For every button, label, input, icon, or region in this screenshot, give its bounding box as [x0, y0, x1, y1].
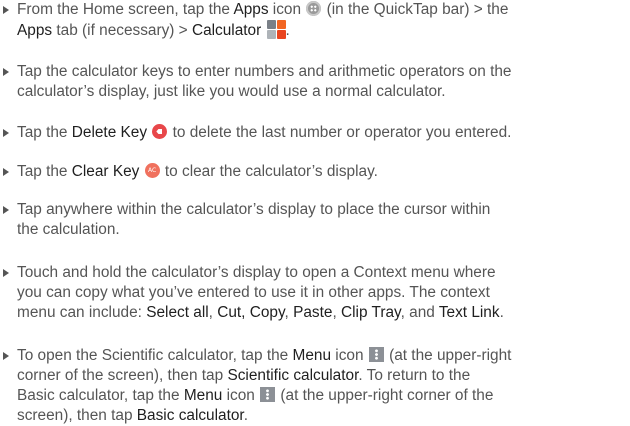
bullet-arrow-icon: [3, 269, 9, 277]
item-text: To open the Scientific calculator, tap t…: [17, 346, 626, 426]
text-line: Tap the calculator keys to enter numbers…: [17, 62, 626, 82]
menu-icon: [368, 347, 384, 362]
bold-term: Cut, Copy: [217, 304, 285, 321]
text-run: Tap the calculator keys to enter numbers…: [17, 63, 512, 80]
text-line: Tap the Delete Key to delete the last nu…: [17, 123, 626, 143]
text-run: Tap anywhere within the calculator’s dis…: [17, 201, 491, 218]
bold-term: Calculator: [191, 22, 262, 39]
text-line: menu can include: Select all, Cut, Copy,…: [17, 303, 626, 323]
text-run: icon: [268, 1, 306, 18]
text-run: Tap the: [17, 124, 72, 141]
bold-term: Select all: [146, 304, 209, 321]
text-run: corner of the screen), then tap: [17, 367, 228, 384]
text-run: (at the upper-right corner of the: [276, 387, 494, 404]
text-line: Touch and hold the calculator’s display …: [17, 263, 626, 283]
bullet-arrow-icon: [3, 206, 9, 214]
text-run: , and: [400, 304, 439, 321]
menu-icon: [260, 387, 276, 402]
text-run: Touch and hold the calculator’s display …: [17, 264, 496, 281]
bold-term: Basic calculator: [136, 407, 244, 424]
text-run: To open the Scientific calculator, tap t…: [17, 347, 293, 364]
text-run: Tap the: [17, 163, 72, 180]
text-run: ,: [332, 304, 341, 321]
text-line: screen), then tap Basic calculator.: [17, 406, 626, 426]
bold-term: Scientific calculator: [227, 367, 359, 384]
text-line: Apps tab (if necessary) > Calculator .: [17, 20, 626, 40]
item-text: Tap the Clear Key to clear the calculato…: [17, 162, 626, 182]
text-run: screen), then tap: [17, 407, 137, 424]
item-text: Tap anywhere within the calculator’s dis…: [17, 200, 626, 240]
text-run: (in the QuickTap bar) > the: [322, 1, 509, 18]
bold-term: Clear Key: [71, 163, 140, 180]
bold-term: Apps: [233, 1, 269, 18]
bullet-arrow-icon: [3, 352, 9, 360]
text-run: [139, 163, 143, 180]
text-run: [261, 22, 265, 39]
delete-key-icon: [152, 124, 168, 139]
text-run: Basic calculator, tap the: [17, 387, 184, 404]
text-run: icon: [331, 347, 368, 364]
text-run: you can copy what you’ve entered to use …: [17, 284, 490, 301]
text-run: . To return to the: [358, 367, 471, 384]
bullet-arrow-icon: [3, 68, 9, 76]
text-run: From the Home screen, tap the: [17, 1, 234, 18]
text-run: to delete the last number or operator yo…: [168, 124, 512, 141]
text-run: the calculation.: [17, 221, 120, 238]
bold-term: Menu: [183, 387, 223, 404]
text-run: .: [243, 407, 248, 424]
text-line: you can copy what you’ve entered to use …: [17, 283, 626, 303]
text-run: ,: [284, 304, 294, 321]
bullet-arrow-icon: [3, 6, 9, 14]
bullet-arrow-icon: [3, 168, 9, 176]
text-run: tab (if necessary) >: [52, 22, 192, 39]
text-line: To open the Scientific calculator, tap t…: [17, 346, 626, 366]
bold-term: Paste: [293, 304, 333, 321]
bold-term: Apps: [17, 22, 53, 39]
text-line: corner of the screen), then tap Scientif…: [17, 366, 626, 386]
bold-term: Text Link: [438, 304, 500, 321]
text-run: to clear the calculator’s display.: [160, 163, 378, 180]
text-line: Tap the Clear Key to clear the calculato…: [17, 162, 626, 182]
text-line: Basic calculator, tap the Menu icon (at …: [17, 386, 626, 406]
calculator-icon: [266, 20, 286, 39]
text-run: icon: [222, 387, 260, 404]
text-line: the calculation.: [17, 220, 626, 240]
text-line: calculator’s display, just like you woul…: [17, 82, 626, 102]
bold-term: Menu: [292, 347, 332, 364]
text-run: menu can include:: [17, 304, 147, 321]
bold-term: Delete Key: [71, 124, 148, 141]
text-run: calculator’s display, just like you woul…: [17, 83, 446, 100]
instruction-list: From the Home screen, tap the Apps icon …: [0, 0, 630, 425]
text-run: .: [285, 22, 290, 39]
text-run: .: [499, 304, 504, 321]
bullet-arrow-icon: [3, 129, 9, 137]
clear-key-icon: [144, 163, 160, 178]
text-line: From the Home screen, tap the Apps icon …: [17, 0, 626, 20]
text-run: ,: [208, 304, 218, 321]
text-run: (at the upper-right: [384, 347, 512, 364]
item-text: Touch and hold the calculator’s display …: [17, 263, 626, 323]
item-text: Tap the calculator keys to enter numbers…: [17, 62, 626, 102]
bold-term: Clip Tray: [341, 304, 401, 321]
item-text: Tap the Delete Key to delete the last nu…: [17, 123, 626, 143]
text-line: Tap anywhere within the calculator’s dis…: [17, 200, 626, 220]
apps-icon: [306, 1, 322, 16]
text-run: [147, 124, 151, 141]
item-text: From the Home screen, tap the Apps icon …: [17, 0, 626, 40]
